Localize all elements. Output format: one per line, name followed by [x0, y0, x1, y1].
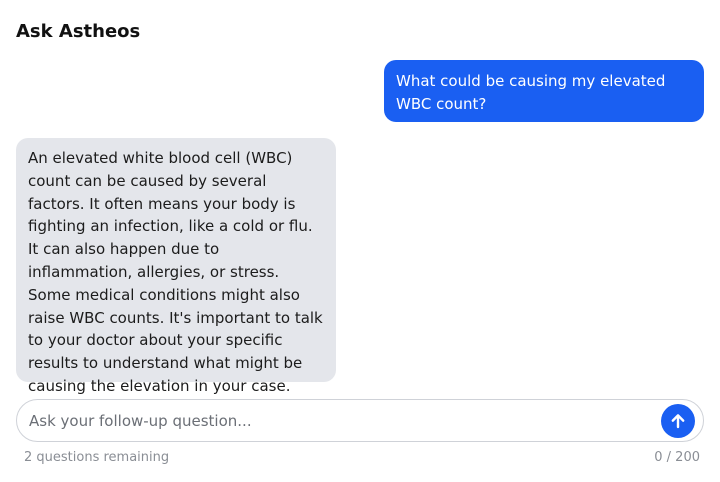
user-message-bubble: What could be causing my elevated WBC co…: [384, 60, 704, 122]
page-title: Ask Astheos: [16, 21, 141, 42]
character-counter: 0 / 200: [654, 450, 700, 465]
arrow-up-icon: [671, 414, 685, 429]
send-button[interactable]: [661, 404, 695, 438]
chat-panel: Ask Astheos What could be causing my ele…: [0, 0, 720, 482]
follow-up-question-input[interactable]: [29, 400, 659, 441]
assistant-message-bubble: An elevated white blood cell (WBC) count…: [16, 138, 336, 395]
composer: [16, 399, 704, 442]
questions-remaining-text: 2 questions remaining: [24, 450, 170, 465]
